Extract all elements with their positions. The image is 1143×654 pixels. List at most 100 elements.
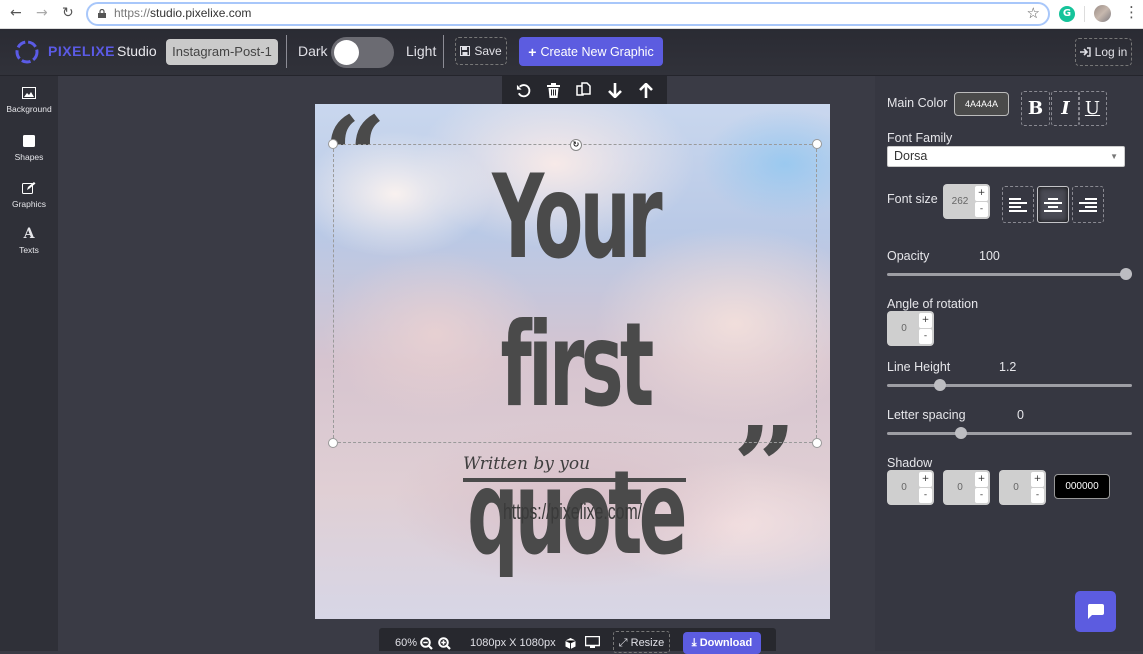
sidebar-item-background[interactable]: Background (0, 85, 58, 114)
decrement-button[interactable]: - (919, 329, 932, 344)
selection-box (333, 144, 817, 443)
shadow-color-input[interactable]: 000000 (1054, 474, 1110, 499)
align-right-icon (1079, 197, 1097, 212)
canvas-dimensions: 1080px X 1080px (470, 637, 556, 649)
canvas-bottom-bar: 60% 1080px X 1080px ⤢ Resize ⤓ Download (379, 628, 776, 654)
download-label: Download (699, 637, 753, 649)
address-bar[interactable]: https://studio.pixelixe.com ☆ (86, 2, 1050, 26)
brand-name: PIXELIXE (48, 43, 116, 59)
shadow-y-stepper[interactable]: 0 + - (943, 470, 990, 505)
profile-avatar[interactable] (1094, 5, 1111, 22)
increment-button[interactable]: + (975, 186, 988, 201)
align-right-button[interactable] (1072, 186, 1104, 223)
back-icon[interactable]: ← (10, 5, 22, 21)
sidebar-item-label: Graphics (11, 199, 46, 209)
underline-button[interactable]: U (1078, 91, 1107, 126)
expand-icon: ⤢ (618, 637, 628, 649)
increment-button[interactable]: + (919, 313, 932, 328)
author-text[interactable]: Written by you (463, 454, 590, 474)
resize-handle-top-right[interactable] (812, 139, 822, 149)
image-icon (22, 87, 36, 99)
increment-button[interactable]: + (919, 472, 932, 487)
zoom-out-icon[interactable] (420, 637, 433, 650)
zoom-level: 60% (395, 637, 418, 649)
url-host: studio.pixelixe.com (150, 6, 252, 20)
undo-icon (516, 83, 531, 97)
sidebar-item-label: Background (6, 104, 52, 114)
theme-dark-label: Dark (298, 43, 328, 59)
align-center-button[interactable] (1037, 186, 1069, 223)
rotation-value[interactable]: 0 (887, 311, 921, 346)
bookmark-star-icon[interactable]: ☆ (1027, 4, 1040, 22)
shadow-x-stepper[interactable]: 0 + - (887, 470, 934, 505)
shadow-x-value[interactable]: 0 (887, 470, 921, 505)
decrement-button[interactable]: - (1031, 488, 1044, 503)
grammarly-extension-icon[interactable]: G (1059, 6, 1075, 22)
chat-support-button[interactable] (1075, 591, 1116, 632)
chevron-down-icon: ▼ (1110, 152, 1118, 161)
letter-spacing-slider-thumb[interactable] (954, 427, 967, 439)
desktop-icon[interactable] (585, 636, 600, 649)
decrement-button[interactable]: - (975, 202, 988, 217)
browser-chrome: ← → ↻ https://studio.pixelixe.com ☆ G ⋮ (0, 0, 1143, 29)
bold-button[interactable]: B (1021, 91, 1050, 126)
font-size-stepper[interactable]: 262 + - (943, 184, 990, 219)
increment-button[interactable]: + (1031, 472, 1044, 487)
login-label: Log in (1094, 45, 1128, 59)
font-size-label: Font size (887, 192, 938, 206)
sidebar-item-texts[interactable]: A Texts (0, 226, 58, 255)
decrement-button[interactable]: - (975, 488, 988, 503)
delete-button[interactable] (545, 81, 563, 99)
opacity-slider[interactable] (887, 268, 1132, 280)
save-button[interactable]: Save (455, 37, 507, 65)
italic-button[interactable]: I (1051, 91, 1080, 126)
font-family-label: Font Family (887, 131, 953, 145)
resize-handle-bottom-right[interactable] (812, 438, 822, 448)
shadow-blur-value[interactable]: 0 (999, 470, 1033, 505)
decrement-button[interactable]: - (919, 488, 932, 503)
zoom-in-icon[interactable] (438, 637, 451, 650)
3d-cube-icon[interactable] (564, 637, 577, 650)
sidebar-item-graphics[interactable]: Graphics (0, 180, 58, 209)
font-family-select[interactable]: Dorsa ▼ (887, 146, 1125, 167)
create-new-graphic-button[interactable]: + Create New Graphic (519, 37, 663, 66)
document-name-field[interactable]: Instagram-Post-1 (166, 39, 278, 65)
download-icon: ⤓ (691, 637, 697, 649)
browser-menu-icon[interactable]: ⋮ (1124, 3, 1139, 21)
main-color-input[interactable]: 4A4A4A (954, 92, 1009, 116)
login-button[interactable]: Log in (1075, 38, 1132, 66)
rotate-handle-icon[interactable]: ↻ (570, 139, 582, 151)
shadow-y-value[interactable]: 0 (943, 470, 977, 505)
text-icon: A (23, 226, 35, 242)
align-left-icon (1009, 197, 1027, 212)
rotation-stepper[interactable]: 0 + - (887, 311, 934, 346)
save-label: Save (474, 44, 502, 58)
font-size-value[interactable]: 262 (943, 184, 977, 219)
line-height-slider[interactable] (887, 379, 1132, 391)
resize-handle-top-left[interactable] (328, 139, 338, 149)
align-left-button[interactable] (1002, 186, 1034, 223)
plus-icon: + (528, 43, 537, 60)
move-down-button[interactable] (606, 81, 624, 99)
object-toolbar (502, 76, 667, 104)
resize-button[interactable]: ⤢ Resize (613, 631, 670, 653)
copy-icon (576, 82, 592, 96)
website-text[interactable]: https://pixelixe.com/ (387, 499, 758, 525)
sidebar-item-shapes[interactable]: Shapes (0, 133, 58, 162)
author-underline-shape[interactable] (463, 478, 686, 482)
opacity-label: Opacity (887, 249, 930, 263)
reload-icon[interactable]: ↻ (62, 5, 74, 21)
shadow-blur-stepper[interactable]: 0 + - (999, 470, 1046, 505)
move-up-button[interactable] (637, 81, 655, 99)
font-family-value: Dorsa (894, 149, 928, 163)
letter-spacing-slider[interactable] (887, 427, 1132, 439)
opacity-slider-thumb[interactable] (1120, 268, 1132, 280)
undo-button[interactable] (514, 81, 532, 99)
increment-button[interactable]: + (975, 472, 988, 487)
theme-toggle[interactable] (331, 37, 394, 68)
duplicate-button[interactable] (575, 81, 593, 99)
resize-handle-bottom-left[interactable] (328, 438, 338, 448)
forward-icon[interactable]: → (36, 5, 48, 21)
line-height-slider-thumb[interactable] (933, 379, 946, 391)
toolbar-divider (1084, 6, 1085, 22)
